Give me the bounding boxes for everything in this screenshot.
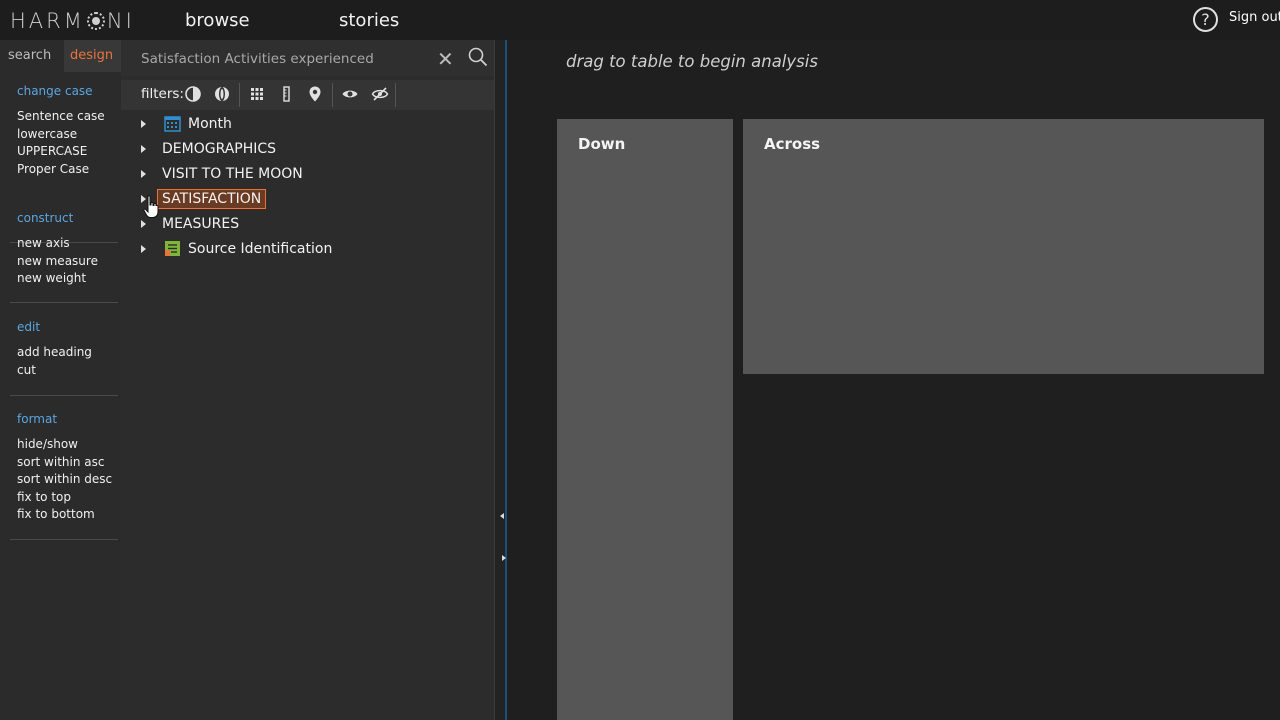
top-bar: HARM NI browse stories ? Sign out	[0, 0, 1280, 40]
expand-arrow-icon[interactable]	[141, 170, 146, 178]
menu-new-axis[interactable]: new axis	[10, 235, 118, 253]
expand-arrow-icon[interactable]	[141, 245, 146, 253]
across-label: Across	[764, 135, 821, 153]
filter-location-icon[interactable]	[306, 85, 324, 103]
menu-cut[interactable]: cut	[10, 362, 118, 380]
menu-fix-bottom[interactable]: fix to bottom	[10, 506, 118, 524]
tree-item-label: Month	[188, 116, 232, 132]
tree-item-selected[interactable]: SATISFACTION	[121, 187, 494, 211]
tree-item[interactable]: VISIT TO THE MOON	[121, 162, 494, 186]
section-construct: construct new axis new measure new weigh…	[10, 211, 118, 303]
filter-half-circle-icon[interactable]	[184, 85, 202, 103]
menu-fix-top[interactable]: fix to top	[10, 489, 118, 507]
menu-sort-desc[interactable]: sort within desc	[10, 471, 118, 489]
filter-full-circle-icon[interactable]	[213, 85, 231, 103]
tree-item[interactable]: DEMOGRAPHICS	[121, 137, 494, 161]
panel-splitter[interactable]	[494, 40, 507, 720]
tree-item[interactable]: Source Identification	[121, 237, 494, 261]
tree-item-label: MEASURES	[162, 216, 240, 232]
section-edit: edit add heading cut	[10, 320, 118, 396]
search-bar: Satisfaction Activities experienced ✕	[121, 40, 494, 76]
sign-out-link[interactable]: Sign out	[1229, 10, 1280, 25]
section-heading: construct	[17, 211, 74, 225]
tree-item-label: VISIT TO THE MOON	[162, 166, 303, 182]
table-canvas: drag to table to begin analysis Down Acr…	[508, 40, 1280, 720]
drag-hint: drag to table to begin analysis	[566, 52, 818, 71]
collapse-left-icon[interactable]	[500, 513, 504, 519]
nav-stories[interactable]: stories	[339, 10, 399, 31]
filter-separator	[395, 83, 396, 107]
menu-hide-show[interactable]: hide/show	[10, 436, 118, 454]
tab-search[interactable]: search	[8, 48, 51, 63]
calendar-icon	[164, 116, 181, 132]
menu-uppercase[interactable]: UPPERCASE	[10, 143, 118, 161]
tree-item-label: Source Identification	[188, 241, 333, 257]
section-heading: change case	[17, 84, 93, 98]
show-eye-icon[interactable]	[341, 85, 359, 103]
tree-item[interactable]: MEASURES	[121, 212, 494, 236]
nav-browse[interactable]: browse	[185, 10, 250, 31]
search-icon[interactable]	[468, 47, 488, 67]
down-drop-zone[interactable]: Down	[557, 119, 733, 720]
filter-bar: filters:	[121, 80, 494, 110]
filter-separator	[332, 83, 333, 107]
menu-add-heading[interactable]: add heading	[10, 344, 118, 362]
expand-arrow-icon[interactable]	[141, 120, 146, 128]
tree-item-label: DEMOGRAPHICS	[162, 141, 277, 157]
variables-panel: Satisfaction Activities experienced ✕ fi…	[121, 40, 494, 720]
section-heading: format	[17, 412, 58, 426]
clear-search-icon[interactable]: ✕	[437, 47, 454, 71]
menu-new-weight[interactable]: new weight	[10, 270, 118, 288]
source-icon	[165, 241, 180, 256]
design-sidebar: search design change case Sentence case …	[0, 40, 121, 720]
down-label: Down	[578, 135, 626, 153]
harmoni-logo[interactable]: HARM NI	[10, 9, 135, 33]
menu-sentence-case[interactable]: Sentence case	[10, 108, 118, 126]
expand-right-icon[interactable]	[502, 555, 506, 561]
section-heading: edit	[17, 320, 41, 334]
logo-sun-icon	[86, 12, 105, 30]
menu-lowercase[interactable]: lowercase	[10, 126, 118, 144]
across-drop-zone[interactable]: Across	[743, 119, 1264, 374]
tree-item[interactable]: Month	[121, 112, 494, 136]
hand-cursor-icon	[143, 195, 159, 218]
help-icon[interactable]: ?	[1193, 7, 1218, 32]
menu-new-measure[interactable]: new measure	[10, 253, 118, 271]
hide-eye-icon[interactable]	[371, 85, 389, 103]
expand-arrow-icon[interactable]	[141, 220, 146, 228]
menu-sort-asc[interactable]: sort within asc	[10, 454, 118, 472]
section-format: format hide/show sort within asc sort wi…	[10, 412, 118, 540]
tree-item-label: SATISFACTION	[157, 189, 267, 209]
filter-ruler-icon[interactable]	[278, 85, 296, 103]
tab-design[interactable]: design	[64, 40, 121, 72]
expand-arrow-icon[interactable]	[141, 145, 146, 153]
filter-grid-icon[interactable]	[248, 85, 266, 103]
menu-proper-case[interactable]: Proper Case	[10, 161, 118, 179]
search-input[interactable]: Satisfaction Activities experienced	[141, 51, 374, 67]
filter-separator	[239, 83, 240, 107]
splitter-line	[505, 40, 507, 720]
sidebar-tabs: search design	[0, 40, 121, 72]
filters-label: filters:	[141, 86, 184, 102]
